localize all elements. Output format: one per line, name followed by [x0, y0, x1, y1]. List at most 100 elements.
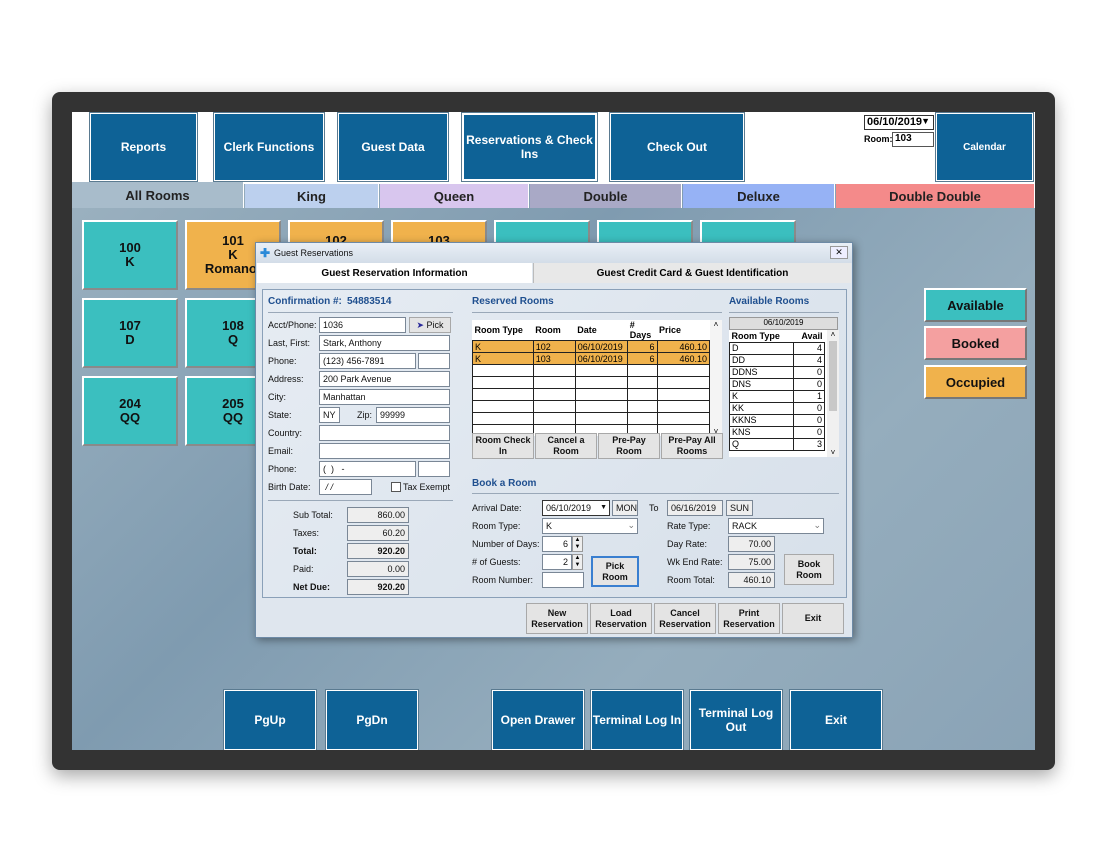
check-out-button[interactable]: Check Out [610, 113, 744, 181]
pgup-button[interactable]: PgUp [224, 690, 316, 750]
room-type-select[interactable]: K ⌄ [542, 518, 638, 534]
guests-stepper[interactable]: 2 [542, 554, 572, 570]
scroll-down-icon[interactable]: ˅ [827, 448, 839, 457]
pgdn-button[interactable]: PgDn [326, 690, 418, 750]
cancel-room-button[interactable]: Cancel a Room [535, 433, 597, 459]
tax-exempt-checkbox[interactable] [391, 482, 401, 492]
tab-double-double[interactable]: Double Double [836, 184, 1035, 208]
tab-king[interactable]: King [245, 184, 379, 208]
arrival-date-select[interactable]: 06/10/2019 ▼ [542, 500, 610, 516]
table-row[interactable]: DD 4 [729, 353, 825, 367]
reports-button[interactable]: Reports [90, 113, 197, 181]
state-input[interactable]: NY [319, 407, 340, 423]
dialog-exit-button[interactable]: Exit [782, 603, 844, 634]
pick-room-button[interactable]: Pick Room [591, 556, 639, 587]
day-rate-label: Day Rate: [667, 539, 708, 549]
new-reservation-button[interactable]: New Reservation [526, 603, 588, 634]
tab-all-rooms[interactable]: All Rooms [72, 182, 244, 208]
table-row[interactable]: D4 [729, 341, 825, 355]
table-cell: DNS [729, 377, 795, 391]
reservations-check-ins-button[interactable]: Reservations & Check Ins [462, 113, 597, 181]
table-row[interactable]: KK 0 [729, 401, 825, 415]
terminal-log-in-button[interactable]: Terminal Log In [591, 690, 683, 750]
tab-credit-card-id[interactable]: Guest Credit Card & Guest Identification [533, 263, 851, 283]
tab-guest-reservation-info[interactable]: Guest Reservation Information [257, 263, 532, 283]
tab-queen[interactable]: Queen [380, 184, 529, 208]
guest-data-button[interactable]: Guest Data [338, 113, 448, 181]
phone-input[interactable]: (123) 456-7891 [319, 353, 416, 369]
room-tile[interactable]: 204 QQ [82, 376, 178, 446]
table-row[interactable] [472, 412, 711, 425]
table-cell [656, 388, 711, 401]
pick-button[interactable]: ➤ Pick [409, 317, 451, 333]
pre-pay-room-button[interactable]: Pre-Pay Room [598, 433, 660, 459]
scroll-up-icon[interactable]: ˄ [710, 320, 722, 329]
city-input[interactable]: Manhattan [319, 389, 450, 405]
table-row[interactable]: K 102 06/10/2019 6 460.10 [472, 340, 711, 353]
cancel-reservation-button[interactable]: Cancel Reservation [654, 603, 716, 634]
print-reservation-button[interactable]: Print Reservation [718, 603, 780, 634]
state-label: State: [268, 410, 292, 420]
scroll-up-icon[interactable]: ˄ [827, 330, 839, 339]
room-number: 108 [222, 318, 244, 333]
address-input[interactable]: 200 Park Avenue [319, 371, 450, 387]
phone-ext-input[interactable] [418, 353, 450, 369]
room-type: K [228, 247, 238, 262]
rate-type-select[interactable]: RACK ⌄ [728, 518, 824, 534]
table-row[interactable] [472, 364, 711, 377]
arrival-label: Arrival Date: [472, 503, 522, 513]
tab-double[interactable]: Double [530, 184, 682, 208]
table-cell [627, 376, 658, 389]
available-scrollbar[interactable]: ˄ ˅ [827, 330, 839, 457]
table-cell: 1 [793, 389, 825, 403]
room-input[interactable]: 103 [892, 132, 934, 147]
close-icon[interactable]: ✕ [830, 246, 848, 259]
date-select[interactable]: 06/10/2019 ▼ [864, 115, 934, 130]
reserved-scrollbar[interactable]: ˄ ˅ [710, 320, 722, 436]
birth-date-input[interactable]: / / [319, 479, 372, 495]
zip-input[interactable]: 99999 [376, 407, 450, 423]
table-row[interactable]: DNS 0 [729, 377, 825, 391]
dialog-titlebar: ✚ Guest Reservations ✕ [256, 243, 852, 263]
table-cell [627, 412, 658, 425]
table-row[interactable] [472, 400, 711, 413]
room-number-input[interactable] [542, 572, 584, 588]
email-input[interactable] [319, 443, 450, 459]
days-stepper[interactable]: 6 [542, 536, 572, 552]
clerk-functions-button[interactable]: Clerk Functions [214, 113, 324, 181]
guest-reservations-dialog: ✚ Guest Reservations ✕ Guest Reservation… [255, 242, 853, 638]
spinner-arrows-icon[interactable]: ▲ ▼ [572, 554, 583, 570]
table-cell [627, 388, 658, 401]
phone2-input[interactable]: ( ) - [319, 461, 416, 477]
legend-available: Available [924, 288, 1027, 322]
load-reservation-button[interactable]: Load Reservation [590, 603, 652, 634]
phone2-ext-input[interactable] [418, 461, 450, 477]
table-row[interactable] [472, 376, 711, 389]
table-row[interactable]: KKNS 0 [729, 413, 825, 427]
table-row[interactable]: DDNS 0 [729, 365, 825, 379]
room-number: 204 [119, 396, 141, 411]
open-drawer-button[interactable]: Open Drawer [492, 690, 584, 750]
date-select-value: 06/10/2019 [867, 116, 923, 128]
room-tile[interactable]: 100 K [82, 220, 178, 290]
calendar-button[interactable]: Calendar [936, 113, 1033, 181]
country-input[interactable] [319, 425, 450, 441]
table-row[interactable] [472, 388, 711, 401]
acct-phone-input[interactable]: 1036 [319, 317, 406, 333]
pre-pay-all-rooms-button[interactable]: Pre-Pay All Rooms [661, 433, 723, 459]
room-check-in-button[interactable]: Room Check In [472, 433, 534, 459]
spinner-arrows-icon[interactable]: ▲ ▼ [572, 536, 583, 552]
table-row[interactable]: KNS 0 [729, 425, 825, 439]
name-input[interactable]: Stark, Anthony [319, 335, 450, 351]
exit-button[interactable]: Exit [790, 690, 882, 750]
table-cell [574, 364, 629, 377]
tab-deluxe[interactable]: Deluxe [683, 184, 835, 208]
total-value: 860.00 [347, 507, 409, 523]
total-value: 60.20 [347, 525, 409, 541]
table-row[interactable]: Q3 [729, 437, 825, 451]
table-row[interactable]: K 103 06/10/2019 6 460.10 [472, 352, 711, 365]
table-row[interactable]: K1 [729, 389, 825, 403]
room-tile[interactable]: 107 D [82, 298, 178, 368]
book-room-button[interactable]: Book Room [784, 554, 834, 585]
terminal-log-out-button[interactable]: Terminal Log Out [690, 690, 782, 750]
